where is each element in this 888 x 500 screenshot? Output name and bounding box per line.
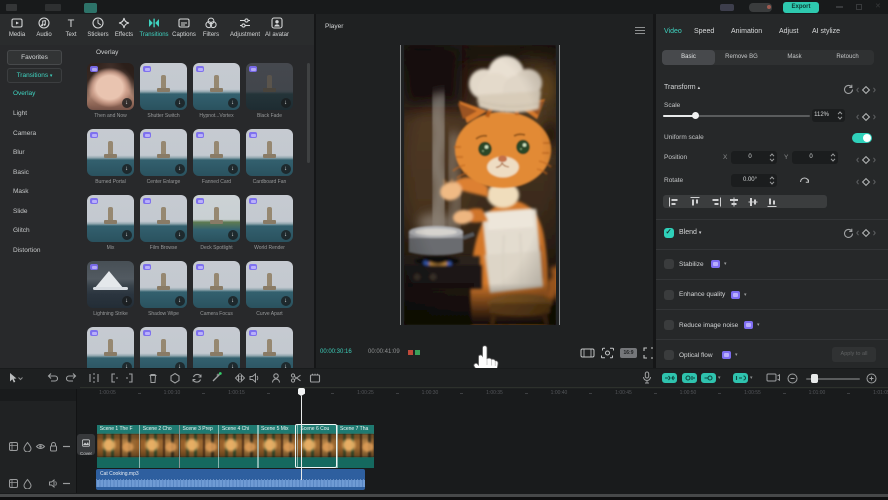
- svg-text:T: T: [68, 18, 75, 29]
